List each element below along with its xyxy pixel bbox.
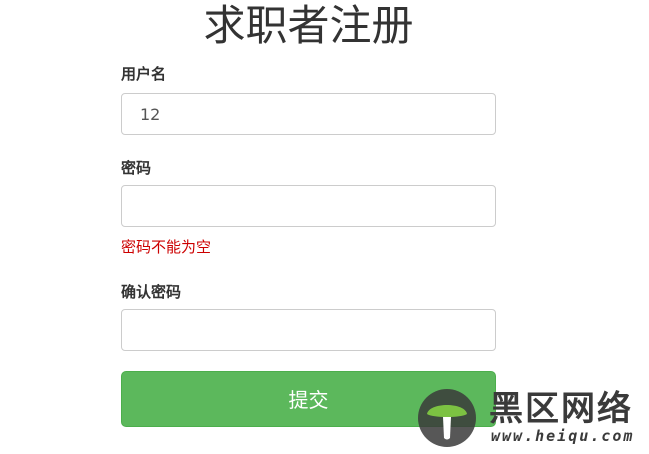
username-input[interactable] <box>121 93 496 135</box>
confirm-password-group: 确认密码 <box>121 280 496 351</box>
watermark-url: www.heiqu.com <box>491 427 635 445</box>
password-input[interactable] <box>121 185 496 227</box>
confirm-password-label: 确认密码 <box>121 283 182 301</box>
watermark: 黑区网络 www.heiqu.com <box>417 388 642 448</box>
username-label: 用户名 <box>121 65 167 83</box>
confirm-password-input[interactable] <box>121 309 496 351</box>
password-group: 密码 密码不能为空 <box>121 156 496 257</box>
mushroom-logo-icon <box>418 389 476 447</box>
watermark-name: 黑区网络 <box>489 389 633 429</box>
password-error-message: 密码不能为空 <box>121 238 212 256</box>
registration-page: 求职者注册 用户名 密码 密码不能为空 确认密码 提交 黑区网络 www.hei… <box>0 0 649 454</box>
password-label: 密码 <box>121 159 152 177</box>
page-title: 求职者注册 <box>203 1 414 50</box>
username-group: 用户名 <box>121 62 496 135</box>
